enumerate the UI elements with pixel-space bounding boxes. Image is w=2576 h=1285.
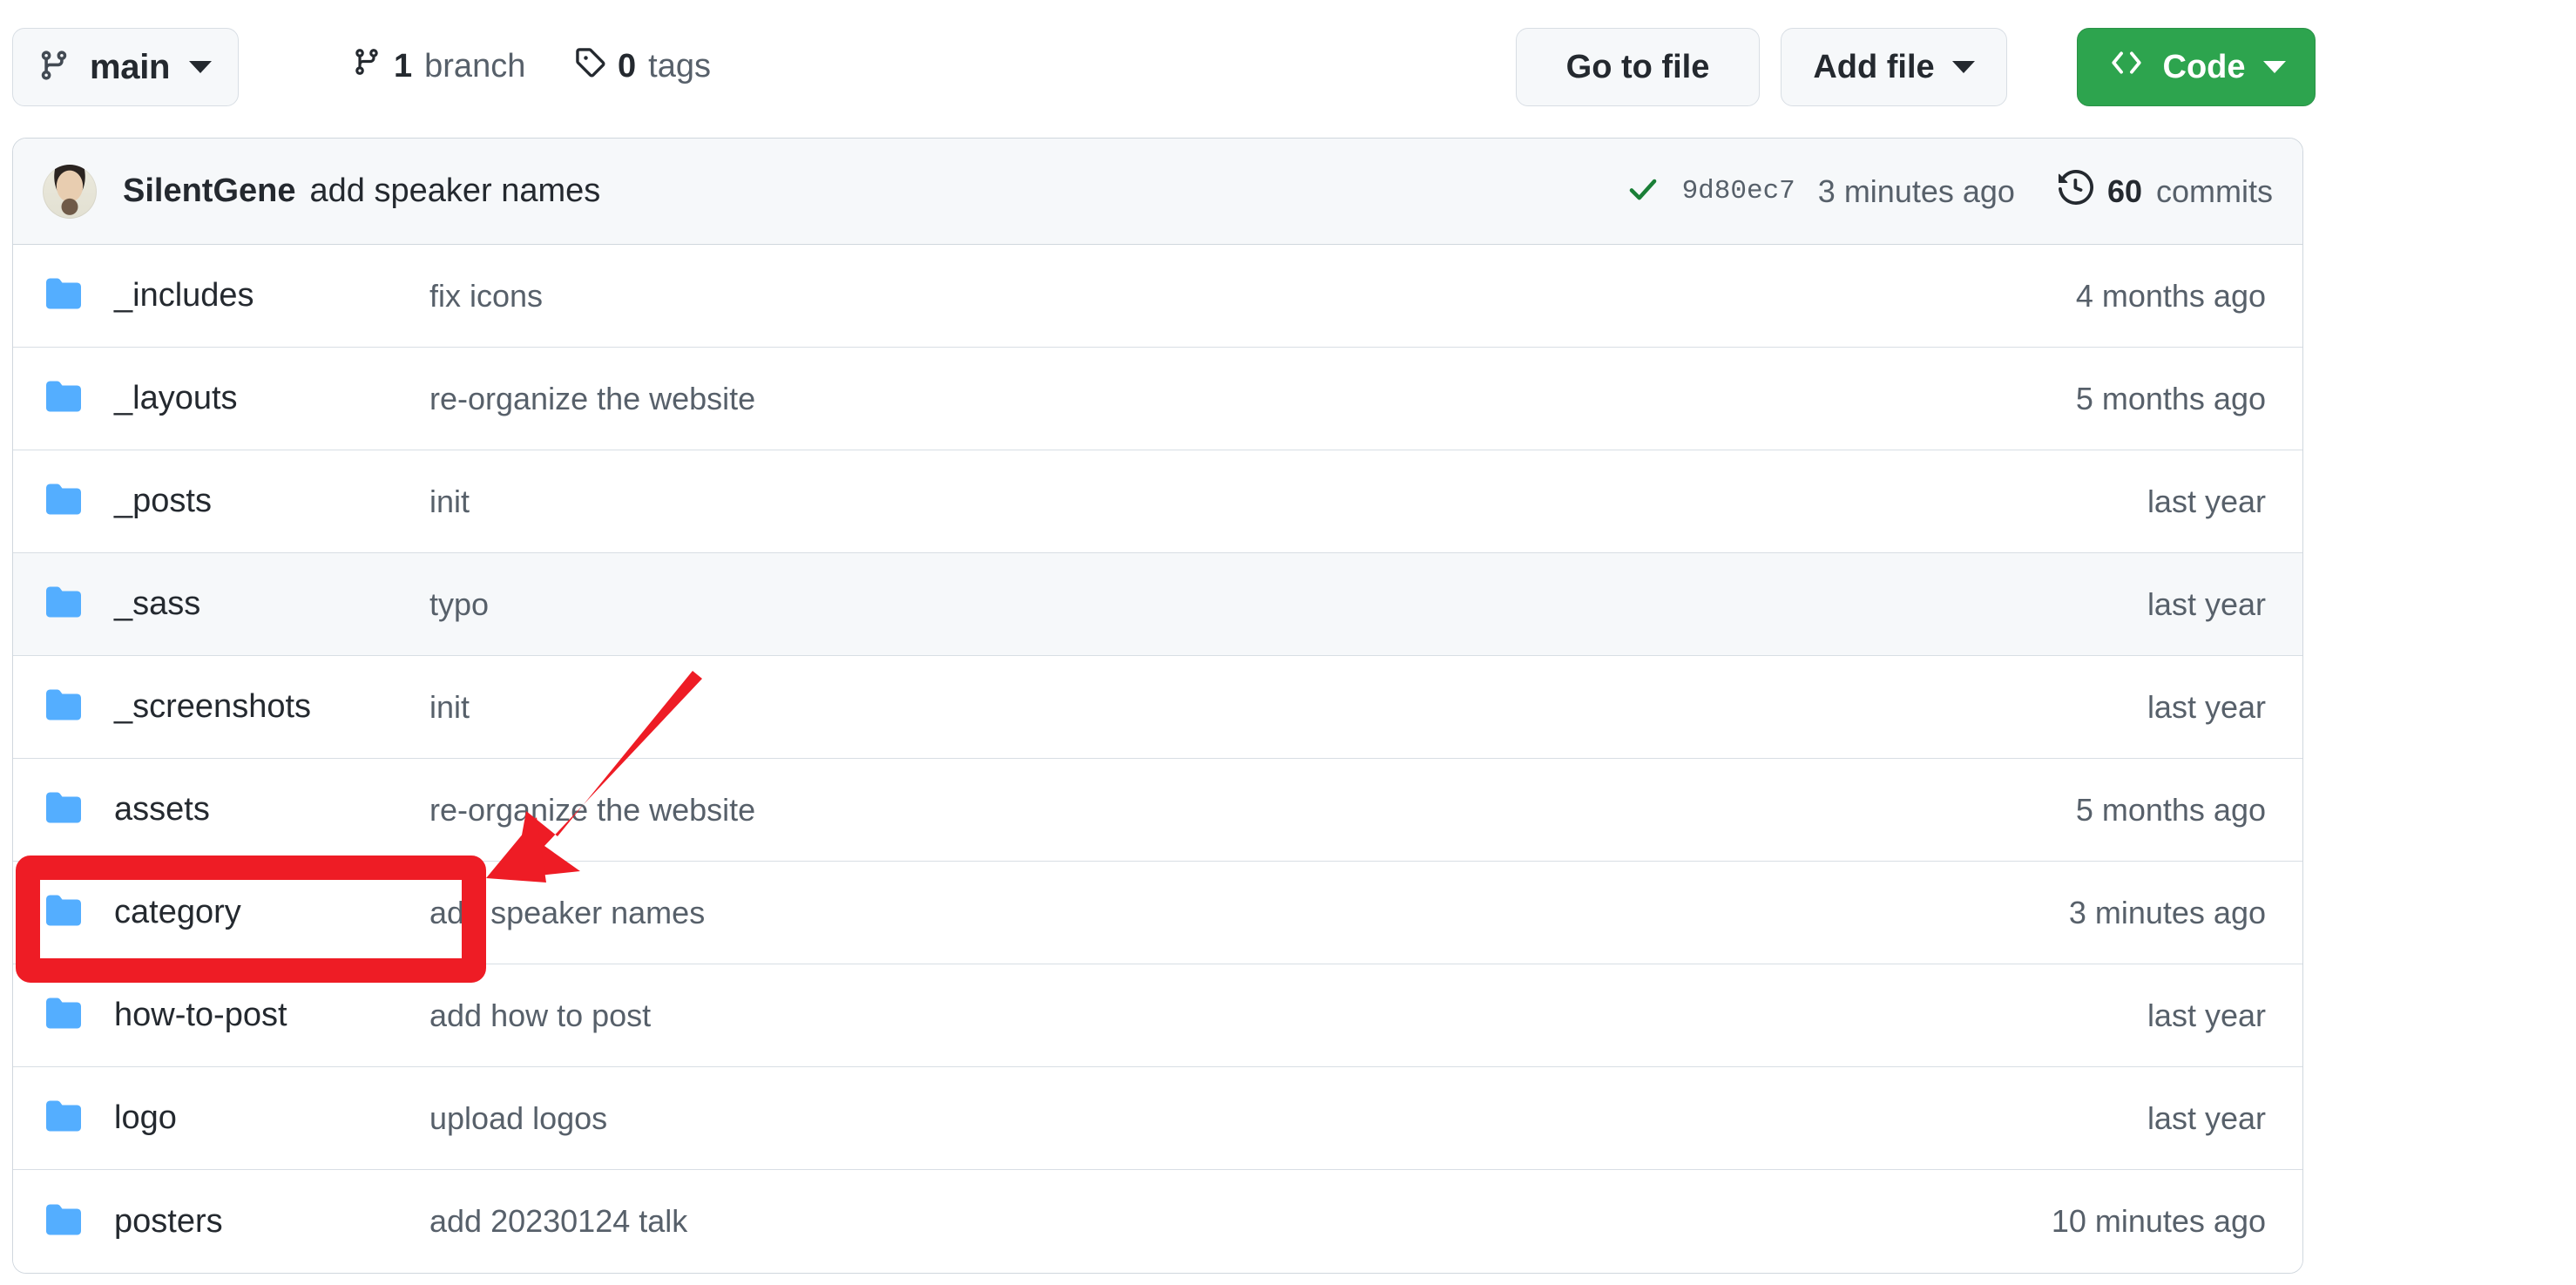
tags-label: tags	[648, 47, 711, 85]
file-list: _includes fix icons 4 months ago _layouts re…	[13, 245, 2302, 1273]
commit-meta: 9d80ec7 3 minutes ago 60 commits	[1626, 169, 2273, 213]
file-name-cell: how-to-post	[13, 996, 379, 1035]
commit-message[interactable]: add speaker names	[310, 172, 601, 210]
file-commit-message[interactable]: init	[379, 689, 1813, 726]
add-file-label: Add file	[1813, 48, 1935, 85]
commit-relative-time: 3 minutes ago	[1817, 172, 2015, 209]
tags-count: 0	[618, 47, 637, 85]
file-commit-message[interactable]: upload logos	[379, 1100, 1813, 1137]
file-commit-time: last year	[2147, 688, 2266, 725]
file-commit-message[interactable]: add speaker names	[379, 895, 1813, 931]
file-name-link[interactable]: _screenshots	[114, 688, 311, 726]
code-label: Code	[2162, 48, 2246, 85]
file-commit-message[interactable]: init	[379, 484, 1813, 520]
folder-icon	[44, 996, 83, 1035]
commit-sha[interactable]: 9d80ec7	[1682, 176, 1795, 206]
file-name-link[interactable]: _sass	[114, 585, 200, 623]
file-name-cell: _sass	[13, 585, 379, 624]
main-column: main 1 branch 0 tags Go to file Add file…	[12, 0, 2316, 109]
chevron-down-icon	[189, 61, 213, 73]
table-row[interactable]: posters add 20230124 talk 10 minutes ago	[13, 1170, 2302, 1273]
file-name-link[interactable]: how-to-post	[114, 997, 287, 1034]
file-name-link[interactable]: _layouts	[114, 380, 238, 417]
file-name-link[interactable]: logo	[114, 1099, 177, 1137]
file-commit-time: last year	[2147, 997, 2266, 1033]
file-name-link[interactable]: posters	[114, 1203, 223, 1241]
history-icon	[2058, 169, 2093, 213]
folder-icon	[44, 482, 83, 521]
file-name-cell: category	[13, 893, 379, 932]
table-row[interactable]: _includes fix icons 4 months ago	[13, 245, 2302, 348]
file-commit-time: last year	[2147, 1099, 2266, 1136]
folder-icon	[44, 276, 83, 315]
git-branch-icon	[37, 47, 71, 88]
file-name-cell: _screenshots	[13, 687, 379, 727]
table-row[interactable]: logo upload logos last year	[13, 1067, 2302, 1170]
file-commit-time: 5 months ago	[2075, 380, 2266, 416]
branch-name-label: main	[90, 47, 171, 86]
table-row[interactable]: _posts init last year	[13, 450, 2302, 553]
file-name-link[interactable]: _includes	[114, 277, 254, 314]
file-commit-message[interactable]: add how to post	[379, 998, 1813, 1034]
go-to-file-button[interactable]: Go to file	[1516, 28, 1760, 106]
repo-file-browser: main 1 branch 0 tags Go to file Add file…	[0, 0, 2576, 1285]
file-list-card: SilentGene add speaker names 9d80ec7 3 m…	[12, 138, 2303, 1274]
table-row[interactable]: _sass typo last year	[13, 553, 2302, 656]
file-commit-message[interactable]: typo	[379, 586, 1813, 623]
file-name-cell: posters	[13, 1202, 379, 1241]
file-commit-time: 5 months ago	[2075, 791, 2266, 828]
file-name-cell: _includes	[13, 276, 379, 315]
chevron-down-icon	[2262, 61, 2286, 73]
tag-icon	[574, 45, 605, 87]
table-row[interactable]: how-to-post add how to post last year	[13, 964, 2302, 1067]
file-name-cell: logo	[13, 1099, 379, 1138]
tags-link[interactable]: 0 tags	[574, 45, 711, 87]
folder-icon	[44, 1099, 83, 1138]
table-row[interactable]: assets re-organize the website 5 months ag…	[13, 759, 2302, 862]
check-icon[interactable]	[1626, 172, 1660, 210]
git-branch-icon	[352, 45, 382, 87]
avatar[interactable]	[43, 164, 97, 219]
chevron-down-icon	[1951, 61, 1975, 73]
file-commit-time: 3 minutes ago	[2068, 894, 2266, 930]
code-brackets-icon	[2107, 46, 2146, 88]
file-commit-message[interactable]: re-organize the website	[379, 381, 1813, 417]
table-row[interactable]: category add speaker names 3 minutes ago	[13, 862, 2302, 964]
file-name-cell: _posts	[13, 482, 379, 521]
file-commit-message[interactable]: fix icons	[379, 278, 1813, 314]
code-button[interactable]: Code	[2077, 28, 2316, 106]
branches-count: 1	[394, 47, 413, 85]
folder-icon	[44, 1202, 83, 1241]
commits-label: commits	[2156, 172, 2273, 209]
file-name-link[interactable]: assets	[114, 791, 210, 828]
file-name-link[interactable]: category	[114, 894, 241, 931]
file-name-cell: assets	[13, 790, 379, 829]
file-commit-message[interactable]: add 20230124 talk	[379, 1203, 1813, 1240]
file-commit-message[interactable]: re-organize the website	[379, 792, 1813, 828]
latest-commit-header: SilentGene add speaker names 9d80ec7 3 m…	[13, 139, 2302, 245]
branches-label: branch	[424, 47, 526, 85]
table-row[interactable]: _screenshots init last year	[13, 656, 2302, 759]
folder-icon	[44, 790, 83, 829]
file-commit-time: 10 minutes ago	[2051, 1203, 2266, 1239]
file-name-link[interactable]: _posts	[114, 483, 212, 520]
repo-toolbar: main 1 branch 0 tags Go to file Add file…	[12, 0, 2316, 109]
file-commit-time: last year	[2147, 585, 2266, 622]
commits-count: 60	[2106, 172, 2142, 209]
file-commit-time: 4 months ago	[2075, 277, 2266, 314]
folder-icon	[44, 379, 83, 418]
folder-icon	[44, 687, 83, 727]
add-file-button[interactable]: Add file	[1781, 28, 2007, 106]
branch-selector-button[interactable]: main	[12, 28, 240, 106]
file-commit-time: last year	[2147, 483, 2266, 519]
commit-history-link[interactable]: 60 commits	[2058, 169, 2273, 213]
table-row[interactable]: _layouts re-organize the website 5 months …	[13, 348, 2302, 450]
go-to-file-label: Go to file	[1565, 48, 1710, 85]
commit-author[interactable]: SilentGene	[123, 172, 296, 210]
folder-icon	[44, 893, 83, 932]
branches-link[interactable]: 1 branch	[352, 45, 525, 87]
folder-icon	[44, 585, 83, 624]
file-name-cell: _layouts	[13, 379, 379, 418]
